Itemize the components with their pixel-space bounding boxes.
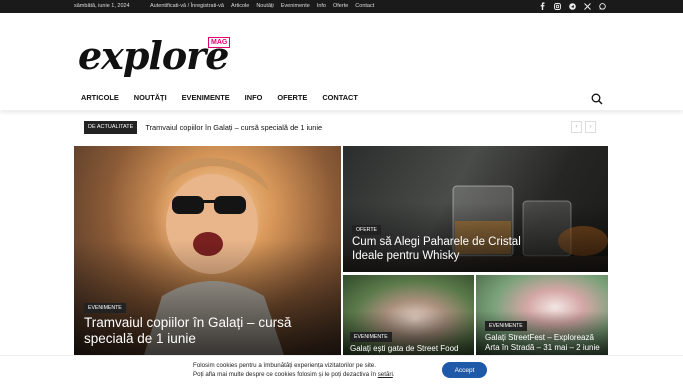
featured-post-street-food[interactable]: EVENIMENTE Galați ești gata de Street Fo… <box>343 275 474 355</box>
post-title[interactable]: Cum să Alegi Paharele de Cristal Ideale … <box>352 236 552 264</box>
cookie-message: Folosim cookies pentru a îmbunătăți expe… <box>193 361 395 379</box>
nav-item-articole[interactable]: ARTICOLE <box>81 93 119 102</box>
top-links: Autentificati-vă / Înregistrati-vă Artic… <box>150 3 374 9</box>
top-link-evenimente[interactable]: Evenimente <box>281 3 310 9</box>
cookie-line-1: Folosim cookies pentru a îmbunătăți expe… <box>193 362 376 369</box>
logo-badge: MAG <box>208 37 231 48</box>
featured-post-whisky[interactable]: OFERTE Cum să Alegi Paharele de Cristal … <box>343 146 608 272</box>
ticker-nav: ‹ › <box>571 121 596 133</box>
cookie-line-2-end: . <box>392 371 395 378</box>
nav-item-info[interactable]: INFO <box>245 93 263 102</box>
top-link-contact[interactable]: Contact <box>355 3 374 9</box>
current-date: sâmbătă, iunie 1, 2024 <box>74 3 130 9</box>
ticker-prev-icon[interactable]: ‹ <box>571 121 582 133</box>
login-register-link[interactable]: Autentificati-vă / Înregistrati-vă <box>150 3 224 9</box>
featured-post-main[interactable]: EVENIMENTE Tramvaiul copiilor în Galați … <box>74 146 341 355</box>
cookie-banner: Folosim cookies pentru a îmbunătăți expe… <box>0 355 683 384</box>
featured-post-streetfest[interactable]: EVENIMENTE Galați StreetFest – Exploreaz… <box>476 275 608 355</box>
search-icon[interactable] <box>591 92 603 105</box>
news-ticker: DE ACTUALITATE Tramvaiul copiilor în Gal… <box>84 121 322 134</box>
ticker-next-icon[interactable]: › <box>585 121 596 133</box>
post-title[interactable]: Tramvaiul copiilor în Galați – cursă spe… <box>84 315 329 347</box>
site-logo[interactable]: explore MAG <box>78 33 233 79</box>
category-badge[interactable]: OFERTE <box>352 225 381 235</box>
cookie-settings-link[interactable]: setări <box>378 371 393 378</box>
top-link-noutati[interactable]: Noutăți <box>256 3 273 9</box>
facebook-icon[interactable] <box>539 2 546 10</box>
instagram-icon[interactable] <box>554 2 561 10</box>
nav-item-contact[interactable]: CONTACT <box>322 93 358 102</box>
x-icon[interactable] <box>584 2 591 10</box>
whatsapp-icon[interactable] <box>599 2 606 10</box>
nav-item-noutati[interactable]: NOUTĂȚI <box>134 93 167 102</box>
post-title[interactable]: Galați StreetFest – Explorează Arta în S… <box>485 333 603 352</box>
top-link-info[interactable]: Info <box>317 3 326 9</box>
ticker-label: DE ACTUALITATE <box>84 121 138 134</box>
cookie-line-2: Poți afla mai multe despre ce cookies fo… <box>193 371 378 378</box>
main-nav: ARTICOLE NOUTĂȚI EVENIMENTE INFO OFERTE … <box>0 86 683 110</box>
category-badge[interactable]: EVENIMENTE <box>84 303 126 313</box>
telegram-icon[interactable] <box>569 2 576 10</box>
category-badge[interactable]: EVENIMENTE <box>485 321 527 331</box>
top-bar: sâmbătă, iunie 1, 2024 Autentificati-vă … <box>0 0 683 13</box>
post-title[interactable]: Galați ești gata de Street Food <box>350 344 470 354</box>
category-badge[interactable]: EVENIMENTE <box>350 332 392 342</box>
logo-wordmark: explore <box>78 33 229 78</box>
nav-item-evenimente[interactable]: EVENIMENTE <box>182 93 230 102</box>
top-link-articole[interactable]: Articole <box>231 3 249 9</box>
ticker-headline[interactable]: Tramvaiul copiilor în Galați – cursă spe… <box>145 123 322 132</box>
nav-item-oferte[interactable]: OFERTE <box>277 93 307 102</box>
social-icons <box>539 2 606 10</box>
accept-cookies-button[interactable]: Accept <box>442 362 487 378</box>
top-link-oferte[interactable]: Oferte <box>333 3 348 9</box>
